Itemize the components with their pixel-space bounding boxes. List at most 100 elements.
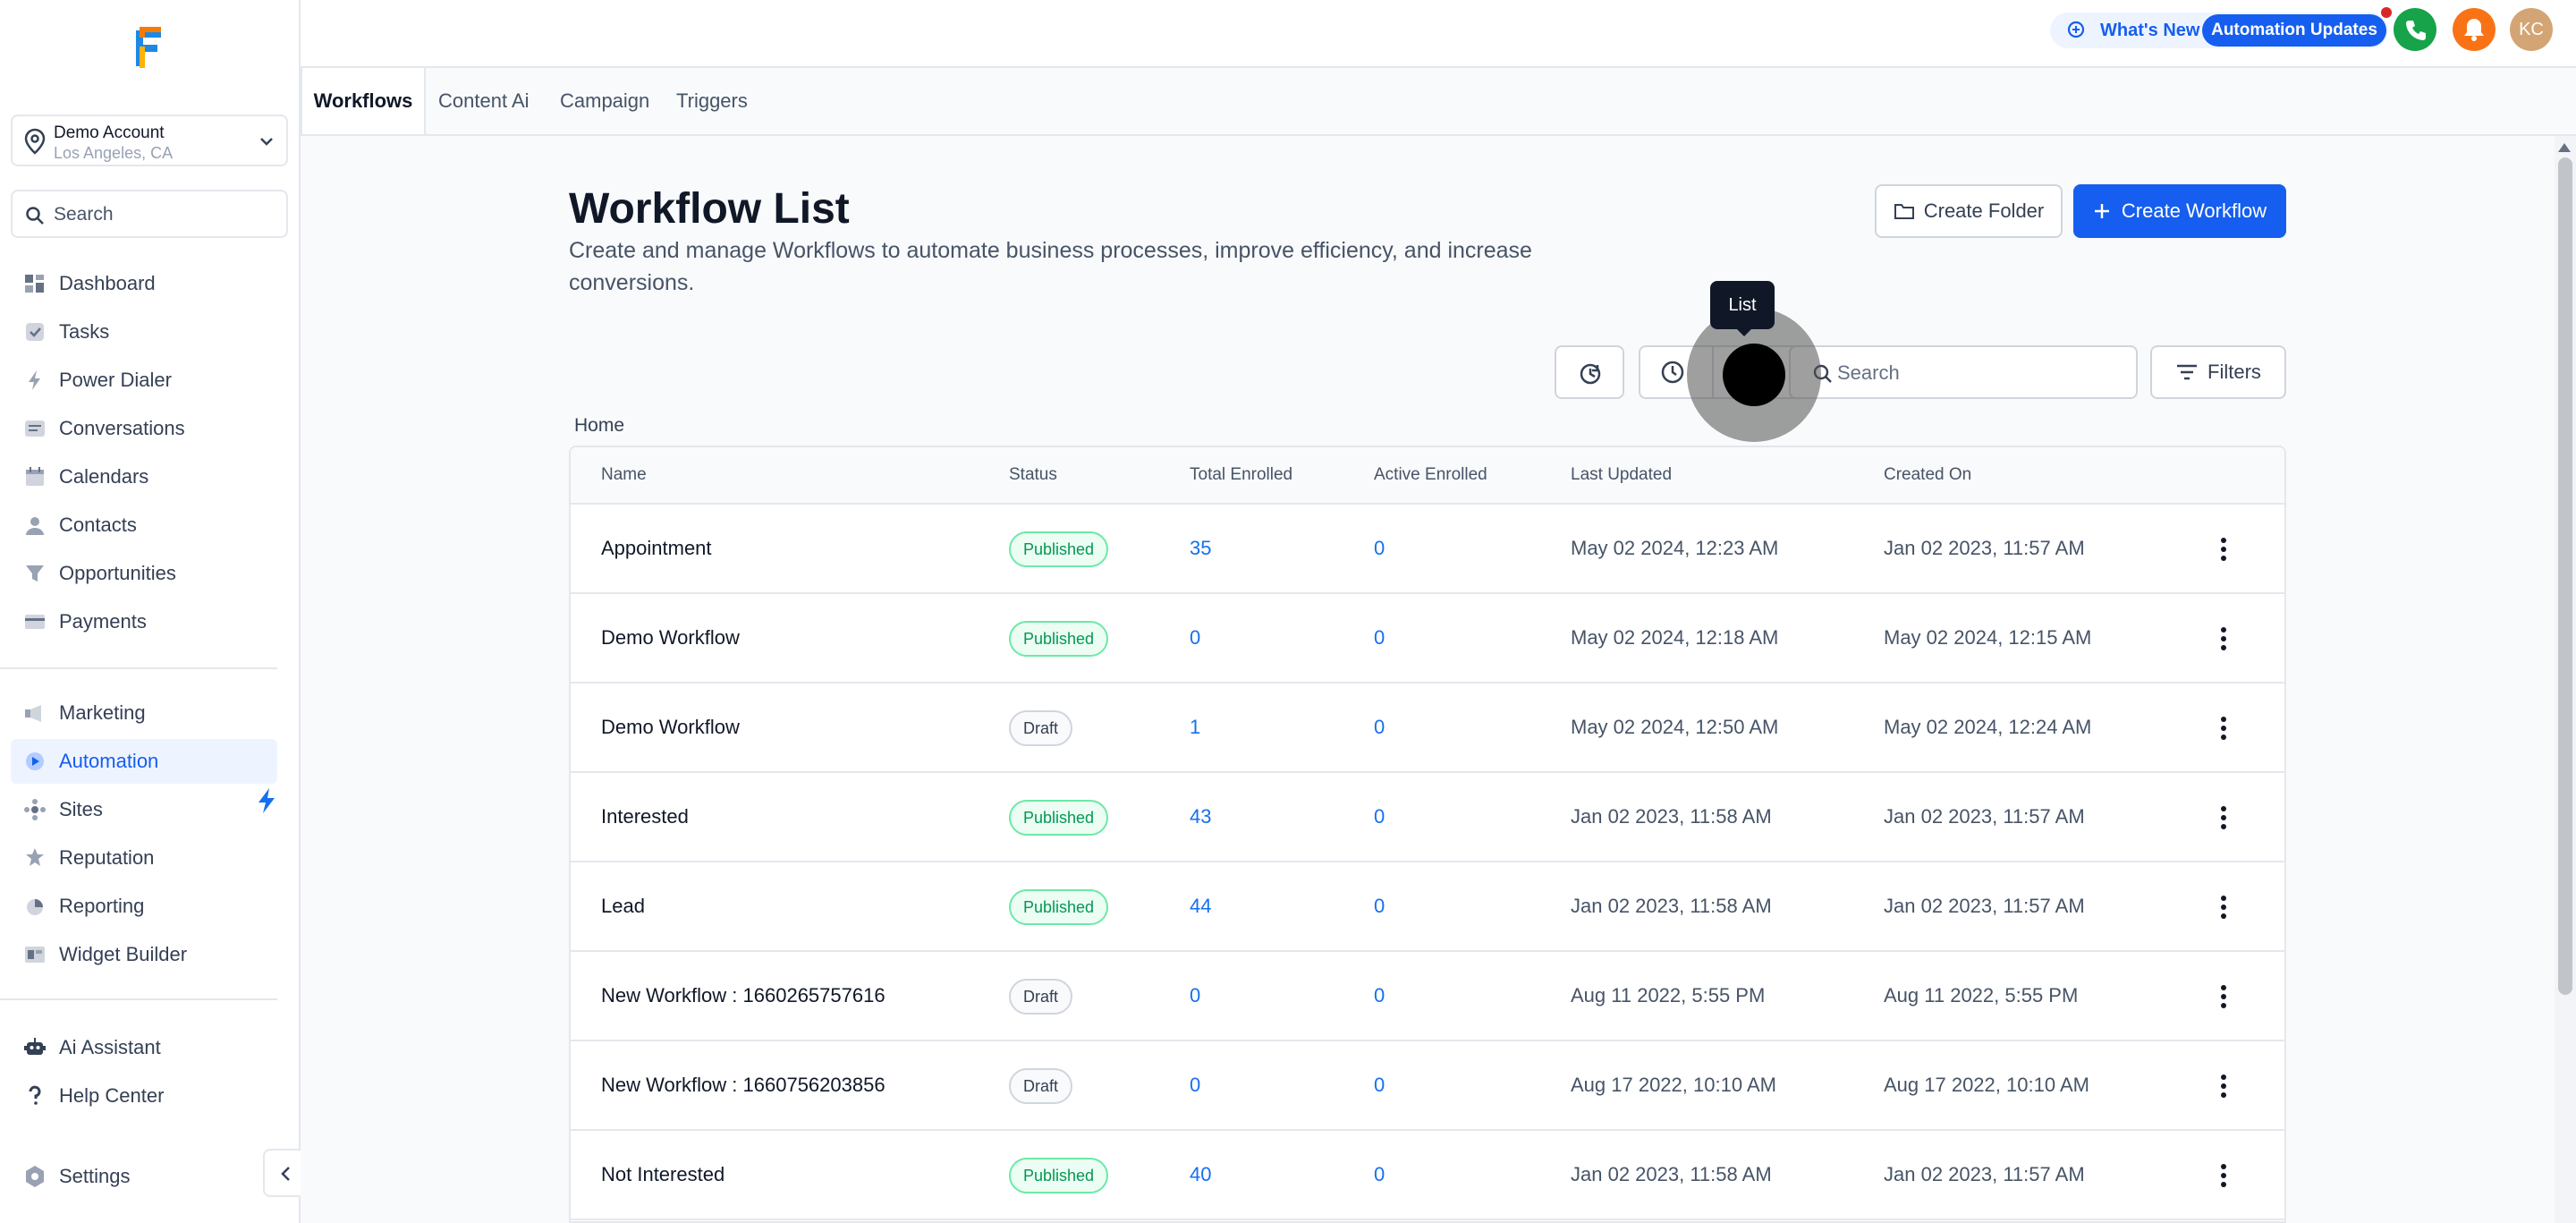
total-enrolled-link[interactable]: 1 (1190, 716, 1200, 739)
view-toggle-list[interactable] (1723, 344, 1785, 406)
column-header-active-enrolled[interactable]: Active Enrolled (1374, 465, 1487, 485)
sidebar-item-widget-builder[interactable]: Widget Builder (11, 932, 277, 977)
table-row[interactable]: Interested Published 43 0 Jan 02 2023, 11:58… (571, 773, 2284, 862)
sidebar-item-automation[interactable]: Automation (11, 739, 277, 784)
active-enrolled-link[interactable]: 0 (1374, 537, 1385, 560)
tab-content-ai[interactable]: Content Ai (438, 68, 530, 134)
table-header: Name Status Total Enrolled Active Enroll… (571, 447, 2284, 505)
more-vertical-icon[interactable] (2216, 714, 2231, 743)
workflow-name-link[interactable]: Demo Workflow (601, 716, 740, 739)
workflow-name-link[interactable]: Appointment (601, 537, 712, 560)
sidebar-item-label: Calendars (59, 465, 149, 488)
tab-workflows[interactable]: Workflows (301, 68, 426, 134)
sidebar-item-ai-assistant[interactable]: Ai Assistant (11, 1025, 277, 1070)
status-badge: Draft (1009, 1068, 1073, 1104)
sidebar-item-calendars[interactable]: Calendars (11, 454, 277, 499)
workflow-name-link[interactable]: New Workflow : 1660265757616 (601, 984, 886, 1007)
breadcrumb[interactable]: Home (574, 415, 624, 437)
column-header-status[interactable]: Status (1009, 465, 1057, 485)
whats-new-label: What's New (2100, 21, 2200, 40)
sidebar-item-reporting[interactable]: Reporting (11, 884, 277, 929)
table-row[interactable]: New Workflow : 1660756203856 Draft 0 0 Aug 1… (571, 1041, 2284, 1131)
sidebar-item-contacts[interactable]: Contacts (11, 503, 277, 548)
history-button[interactable] (1555, 345, 1624, 399)
sidebar-item-marketing[interactable]: Marketing (11, 691, 277, 735)
sidebar-item-sites[interactable]: Sites (11, 787, 277, 832)
total-enrolled-link[interactable]: 0 (1190, 626, 1200, 650)
user-avatar[interactable]: KC (2510, 8, 2553, 51)
total-enrolled-link[interactable]: 35 (1190, 537, 1211, 560)
create-workflow-button[interactable]: Create Workflow (2073, 184, 2286, 238)
column-header-total-enrolled[interactable]: Total Enrolled (1190, 465, 1292, 485)
sidebar-item-dashboard[interactable]: Dashboard (11, 261, 277, 306)
sidebar-item-help-center[interactable]: Help Center (11, 1074, 277, 1118)
sidebar-search-input[interactable]: Search (11, 190, 288, 238)
scroll-up-arrow[interactable] (2558, 143, 2571, 152)
created-on-value: May 02 2024, 12:15 AM (1884, 626, 2092, 649)
app-logo[interactable] (131, 25, 166, 72)
sidebar-item-power-dialer[interactable]: Power Dialer (11, 358, 277, 403)
bell-icon (2464, 19, 2484, 41)
create-folder-button[interactable]: Create Folder (1875, 184, 2063, 238)
sidebar-item-reputation[interactable]: Reputation (11, 836, 277, 880)
column-header-created-on[interactable]: Created On (1884, 465, 1971, 485)
active-enrolled-link[interactable]: 0 (1374, 1163, 1385, 1186)
sidebar-item-settings[interactable]: Settings (11, 1154, 252, 1199)
workflow-name-link[interactable]: Lead (601, 895, 645, 918)
status-badge: Published (1009, 889, 1109, 925)
status-badge: Published (1009, 621, 1109, 657)
workflow-name-link[interactable]: Interested (601, 805, 689, 828)
last-updated-value: Aug 11 2022, 5:55 PM (1571, 984, 1766, 1006)
tab-triggers[interactable]: Triggers (676, 68, 748, 134)
total-enrolled-link[interactable]: 43 (1190, 805, 1211, 828)
active-enrolled-link[interactable]: 0 (1374, 716, 1385, 739)
sidebar-item-opportunities[interactable]: Opportunities (11, 551, 277, 596)
table-row[interactable]: Lead Published 44 0 Jan 02 2023, 11:58 AM Jan… (571, 862, 2284, 952)
table-row[interactable]: Demo Workflow Published 0 0 May 02 2024, 12:… (571, 594, 2284, 684)
active-enrolled-link[interactable]: 0 (1374, 805, 1385, 828)
active-enrolled-link[interactable]: 0 (1374, 895, 1385, 918)
list-tooltip: List (1710, 281, 1775, 336)
more-vertical-icon[interactable] (2216, 1161, 2231, 1190)
phone-button[interactable] (2394, 8, 2436, 51)
lightning-icon[interactable] (256, 787, 277, 814)
active-enrolled-link[interactable]: 0 (1374, 1074, 1385, 1097)
more-vertical-icon[interactable] (2216, 624, 2231, 653)
more-vertical-icon[interactable] (2216, 893, 2231, 921)
plus-icon (2094, 204, 2109, 218)
sidebar-item-label: Contacts (59, 514, 137, 536)
table-row[interactable]: Appointment Published 35 0 May 02 2024, 12:2… (571, 505, 2284, 594)
more-vertical-icon[interactable] (2216, 803, 2231, 832)
workflow-name-link[interactable]: New Workflow : 1660756203856 (601, 1074, 886, 1097)
workflow-name-link[interactable]: Not Interested (601, 1163, 724, 1186)
total-enrolled-link[interactable]: 40 (1190, 1163, 1211, 1186)
widget-builder-icon (25, 947, 45, 963)
table-row[interactable]: New Workflow : 1660265757616 Draft 0 0 Aug 1… (571, 952, 2284, 1041)
workflow-name-link[interactable]: Demo Workflow (601, 626, 740, 650)
active-enrolled-link[interactable]: 0 (1374, 984, 1385, 1007)
account-switcher[interactable]: Demo Account Los Angeles, CA (11, 115, 288, 166)
automation-updates-button[interactable]: Automation Updates (2202, 14, 2386, 47)
total-enrolled-link[interactable]: 44 (1190, 895, 1211, 918)
create-workflow-label: Create Workflow (2121, 200, 2267, 222)
tab-campaign[interactable]: Campaign (560, 68, 649, 134)
scrollbar-thumb[interactable] (2558, 157, 2572, 995)
active-enrolled-link[interactable]: 0 (1374, 626, 1385, 650)
table-row[interactable]: Not Interested Published 40 0 Jan 02 2023, 1… (571, 1131, 2284, 1220)
created-on-value: Jan 02 2023, 11:57 AM (1884, 537, 2085, 559)
column-header-last-updated[interactable]: Last Updated (1571, 465, 1672, 485)
notifications-button[interactable] (2453, 8, 2496, 51)
more-vertical-icon[interactable] (2216, 535, 2231, 564)
total-enrolled-link[interactable]: 0 (1190, 984, 1200, 1007)
workflow-search-input[interactable]: Search (1789, 345, 2138, 399)
sidebar-item-tasks[interactable]: Tasks (11, 310, 277, 354)
sidebar-item-conversations[interactable]: Conversations (11, 406, 277, 451)
column-header-name[interactable]: Name (601, 465, 647, 485)
created-on-value: Aug 11 2022, 5:55 PM (1884, 984, 2079, 1006)
table-row[interactable]: Demo Workflow Draft 1 0 May 02 2024, 12:50 A… (571, 684, 2284, 773)
total-enrolled-link[interactable]: 0 (1190, 1074, 1200, 1097)
filters-button[interactable]: Filters (2150, 345, 2286, 399)
sidebar-item-payments[interactable]: Payments (11, 599, 277, 644)
more-vertical-icon[interactable] (2216, 1072, 2231, 1100)
more-vertical-icon[interactable] (2216, 982, 2231, 1011)
